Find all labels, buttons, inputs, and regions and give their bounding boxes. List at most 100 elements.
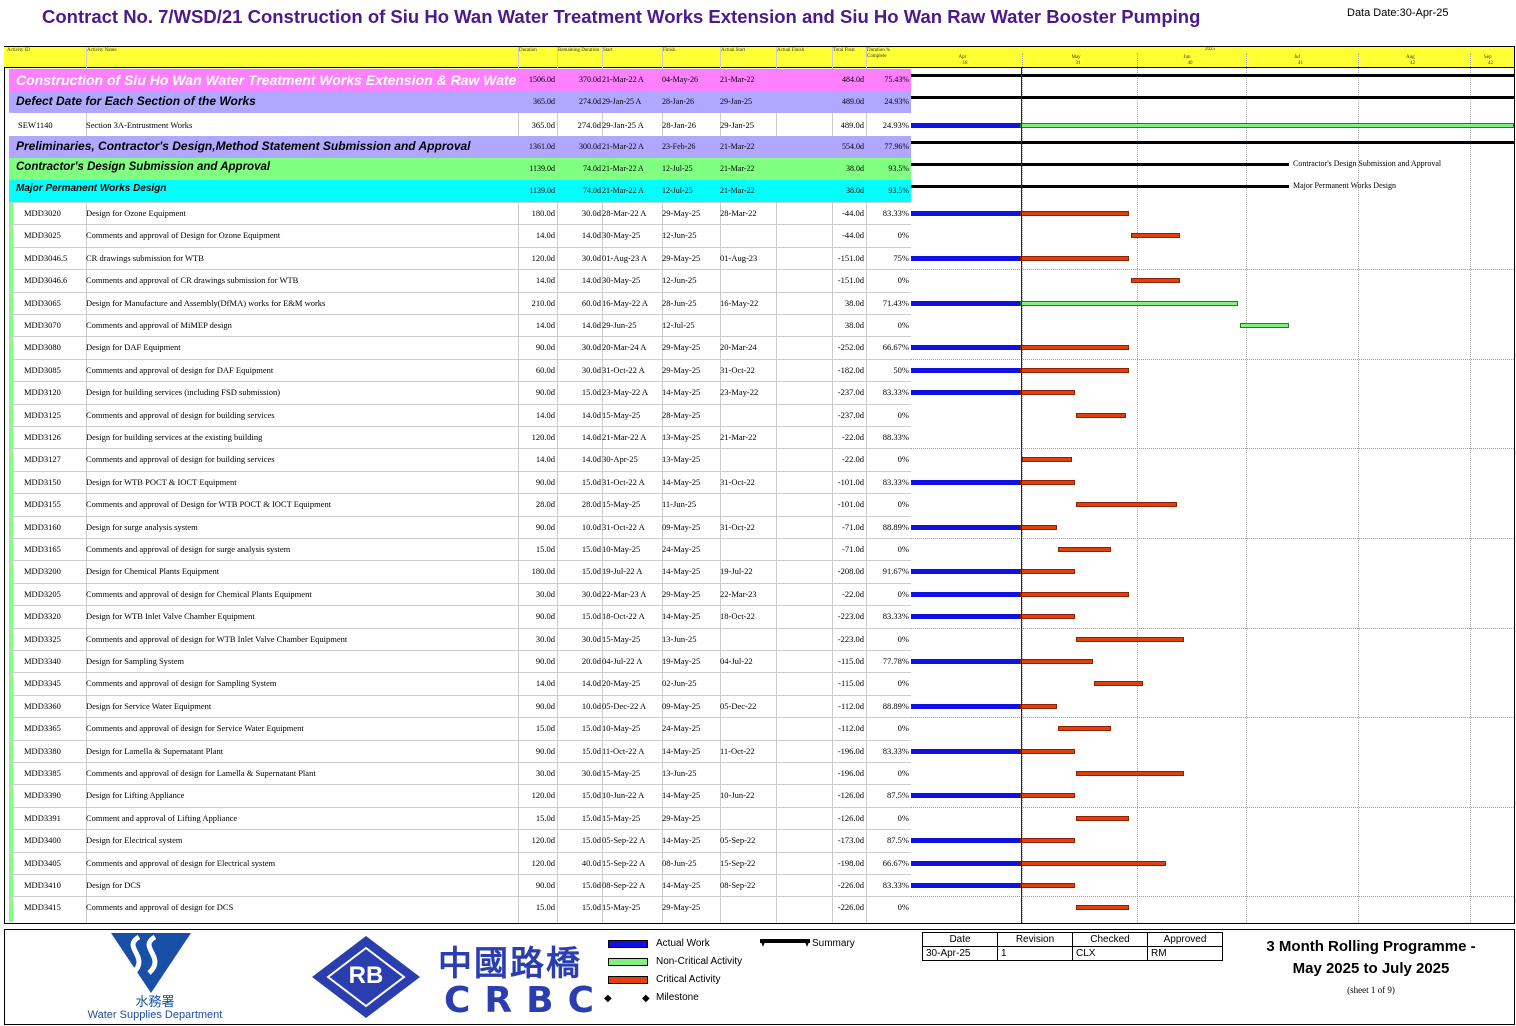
cell-float: -252.0d — [837, 342, 864, 353]
cell-float: -226.0d — [837, 902, 864, 913]
signoff-checked: CLX — [1072, 946, 1148, 961]
activity-name: Design for WTB POCT & IOCT Equipment — [86, 476, 237, 487]
cell-float: -237.0d — [837, 387, 864, 398]
cell-float: 38.0d — [844, 297, 864, 308]
activity-id: MDD3127 — [24, 454, 61, 465]
wsd-chinese-name: 水務署 — [135, 995, 175, 1010]
cell-start: 15-May-25 — [602, 902, 641, 913]
critical-bar — [1020, 479, 1075, 485]
actual-bar — [911, 591, 1020, 597]
summary-bar-label: Major Permanent Works Design — [1293, 181, 1396, 190]
cell-astart: 31-Oct-22 — [720, 476, 755, 487]
activity-id: MDD3385 — [24, 768, 61, 778]
cell-start: 21-Mar-22 A — [602, 142, 644, 151]
crbc-english-name: CRBC — [444, 980, 608, 1021]
cell-rem: 74.0d — [583, 186, 601, 195]
cell-astart: 15-Sep-22 — [720, 857, 756, 868]
schedule-sheet: Contract No. 7/WSD/21 Construction of Si… — [0, 0, 1516, 1026]
cell-start: 30-Apr-25 — [602, 454, 638, 465]
cell-finish: 29-May-25 — [662, 812, 701, 823]
cell-rem: 40.0d — [581, 857, 601, 868]
cell-astart: 21-Mar-22 — [720, 186, 755, 195]
critical-bar — [1058, 726, 1111, 732]
cell-float: -22.0d — [842, 588, 864, 599]
cell-start: 10-May-25 — [602, 723, 641, 734]
cell-finish: 14-May-25 — [662, 611, 701, 622]
activity-id: MDD3120 — [24, 387, 61, 398]
actual-bar — [911, 569, 1020, 575]
column-header: Finish — [663, 48, 676, 53]
cell-dur: 120.0d — [531, 252, 555, 263]
actual-bar — [911, 123, 1020, 128]
cell-rem: 15.0d — [581, 880, 601, 890]
activity-name: Comments and approval of design for Samp… — [86, 678, 277, 689]
critical-bar — [1076, 905, 1129, 911]
cell-finish: 14-May-25 — [662, 790, 701, 801]
timeline-month-divider — [1137, 53, 1138, 923]
cell-rem: 60.0d — [581, 297, 601, 308]
cell-rem: 300.0d — [579, 142, 601, 151]
cell-rem: 14.0d — [581, 678, 601, 689]
cell-pct: 83.33% — [882, 611, 909, 622]
activity-name: Comments and approval of design for WTB … — [86, 633, 348, 644]
cell-astart: 05-Dec-22 — [720, 700, 757, 711]
signoff-revision: 1 — [997, 946, 1073, 961]
cell-start: 29-Jun-25 — [602, 320, 637, 330]
activity-name: Design for Lifting Appliance — [86, 790, 185, 801]
cell-dur: 14.0d — [535, 678, 555, 689]
activity-name: Comments and approval of design for Chem… — [86, 588, 312, 599]
activity-id: MDD3345 — [24, 678, 61, 689]
activity-id: MDD3046.5 — [24, 252, 68, 263]
cell-finish: 09-May-25 — [662, 521, 701, 532]
cell-finish: 12-Jul-25 — [662, 186, 693, 195]
activity-name: Design for WTB Inlet Valve Chamber Equip… — [86, 611, 255, 622]
activity-name: Design for DAF Equipment — [86, 342, 181, 353]
timeline-month-divider — [1246, 53, 1247, 923]
cell-pct: 77.78% — [882, 656, 909, 666]
cell-astart: 31-Oct-22 — [720, 521, 755, 532]
activity-name: Comments and approval of design for Serv… — [86, 723, 304, 734]
cell-rem: 14.0d — [581, 409, 601, 420]
cell-rem: 30.0d — [581, 588, 601, 599]
noncritical-bar — [1240, 323, 1289, 328]
activity-name: Design for Service Water Equipment — [86, 700, 212, 711]
cell-dur: 15.0d — [535, 812, 555, 823]
cell-pct: 0% — [897, 275, 909, 286]
critical-bar — [1076, 771, 1184, 776]
critical-bar — [1076, 815, 1129, 821]
activity-id: MDD3025 — [24, 230, 61, 241]
activity-id: MDD3340 — [24, 656, 61, 666]
cell-float: -208.0d — [837, 566, 864, 577]
cell-float: -112.0d — [838, 700, 864, 711]
activity-id: MDD3080 — [24, 342, 61, 353]
cell-float: -196.0d — [837, 745, 864, 756]
cell-pct: 88.89% — [882, 700, 909, 711]
cell-start: 30-May-25 — [602, 275, 641, 286]
legend-noncritical-swatch — [608, 958, 648, 966]
cell-rem: 370.0d — [579, 75, 601, 84]
cell-start: 15-May-25 — [602, 499, 641, 510]
timeline-month-divider — [1470, 53, 1471, 923]
cell-start: 21-Mar-22 A — [602, 186, 644, 195]
signoff-header-revision: Revision — [997, 932, 1073, 947]
cell-float: -226.0d — [837, 880, 864, 890]
legend-milestone-label: Milestone — [656, 992, 699, 1003]
cell-rem: 15.0d — [581, 566, 601, 577]
cell-dur: 30.0d — [535, 768, 555, 778]
activity-id: MDD3380 — [24, 745, 61, 756]
critical-bar — [1020, 703, 1057, 709]
cell-astart: 21-Mar-22 — [720, 432, 757, 442]
wbs-band: Preliminaries, Contractor's Design,Metho… — [9, 136, 911, 158]
summary-bar-label: Contractor's Design Submission and Appro… — [1293, 159, 1442, 168]
cell-start: 05-Dec-22 A — [602, 700, 647, 711]
cell-float: -112.0d — [838, 723, 864, 734]
legend-noncritical-label: Non-Critical Activity — [656, 956, 743, 967]
critical-bar — [1131, 233, 1180, 239]
activity-name: Comments and approval of MiMEP design — [86, 320, 232, 330]
cell-dur: 14.0d — [535, 409, 555, 420]
activity-name: Section 3A-Entrustment Works — [86, 120, 193, 130]
cell-finish: 12-Jul-25 — [662, 164, 693, 173]
signoff-value-row: 30-Apr-25 1 CLX RM — [922, 946, 1223, 961]
activity-name: Design for Lamella & Supernatant Plant — [86, 745, 224, 756]
cell-dur: 90.0d — [535, 476, 555, 487]
